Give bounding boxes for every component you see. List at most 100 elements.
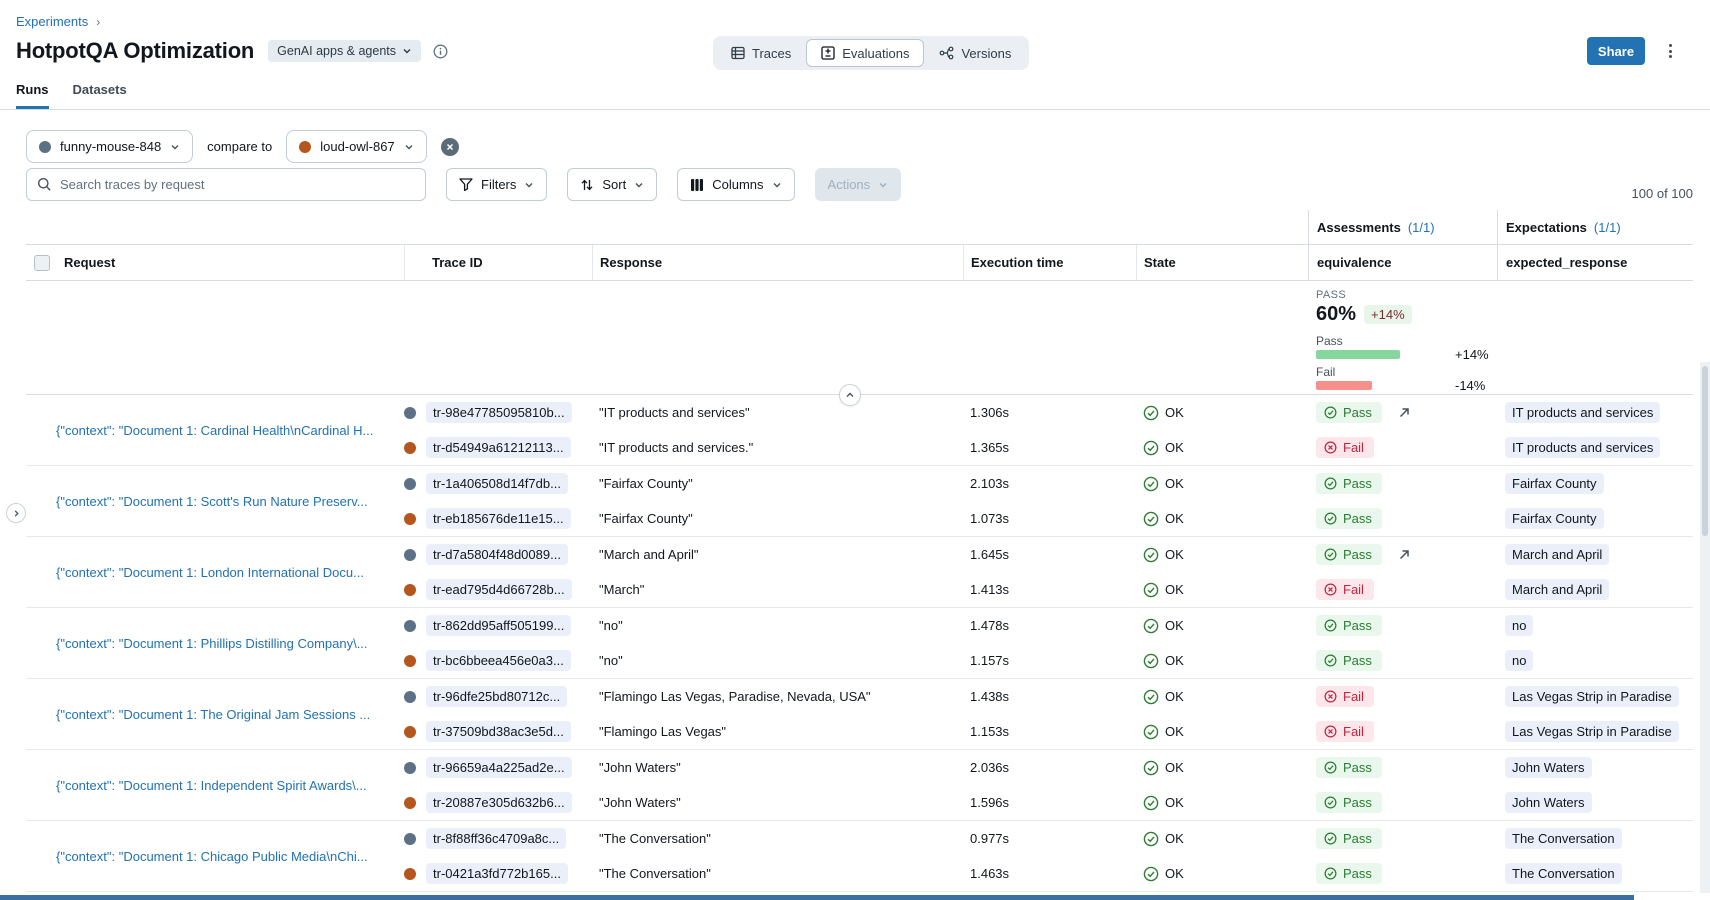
sort-button[interactable]: Sort (567, 168, 657, 201)
assessment-pass-badge[interactable]: Pass (1316, 473, 1382, 494)
assessment-summary-row: PASS 60% +14% Pass+14%Fail-14% (26, 281, 1693, 395)
response-value: "John Waters" (592, 785, 963, 820)
expected-response-value: IT products and services (1505, 437, 1660, 458)
trace-id-link[interactable]: tr-bc6bbeea456e0a3... (426, 650, 571, 671)
columns-button[interactable]: Columns (677, 168, 794, 201)
equivalence-column-header[interactable]: equivalence (1308, 245, 1497, 280)
response-column-header[interactable]: Response (592, 245, 963, 280)
assessment-pass-badge[interactable]: Pass (1316, 508, 1382, 529)
bar-label: Fail (1316, 365, 1497, 379)
execution-time-value: 1.463s (963, 856, 1136, 891)
trace-id-link[interactable]: tr-96659a4a225ad2e... (426, 757, 572, 778)
search-input[interactable] (60, 177, 415, 192)
execution-time-value: 2.036s (963, 750, 1136, 785)
trace-id-link[interactable]: tr-862dd95aff505199... (426, 615, 571, 636)
run-dot (404, 442, 416, 454)
assessment-fail-badge[interactable]: Fail (1316, 579, 1374, 600)
open-comparison-icon[interactable] (1398, 548, 1411, 561)
request-link[interactable]: {"context": "Document 1: Cardinal Health… (56, 423, 404, 438)
state-value: OK (1136, 395, 1308, 430)
assessment-pass-badge[interactable]: Pass (1316, 615, 1382, 636)
filters-button[interactable]: Filters (446, 168, 547, 201)
info-icon[interactable] (433, 44, 448, 59)
horizontal-scrollbar-thumb[interactable] (0, 895, 1634, 900)
run-dot (404, 478, 416, 490)
result-count: 100 of 100 (1632, 186, 1693, 201)
assessment-pass-badge[interactable]: Pass (1316, 828, 1382, 849)
clear-compare-icon[interactable] (441, 138, 459, 156)
tab-datasets[interactable]: Datasets (73, 82, 127, 109)
request-link[interactable]: {"context": "Document 1: Phillips Distil… (56, 636, 404, 651)
pass-check-icon (1324, 654, 1337, 667)
fail-bar (1316, 381, 1372, 390)
collapse-summary-icon[interactable] (839, 384, 861, 406)
run-a-select[interactable]: funny-mouse-848 (26, 130, 193, 163)
experiment-category-dropdown[interactable]: GenAI apps & agents (268, 40, 421, 62)
request-link[interactable]: {"context": "Document 1: Chicago Public … (56, 849, 404, 864)
run-b-select[interactable]: loud-owl-867 (286, 130, 426, 163)
chevron-down-icon (524, 180, 534, 190)
request-column-header[interactable]: Request (64, 255, 115, 270)
expected-response-column-header[interactable]: expected_response (1497, 245, 1693, 280)
assessment-fail-badge[interactable]: Fail (1316, 721, 1374, 742)
trace-id-link[interactable]: tr-1a406508d14f7db... (426, 473, 568, 494)
select-all-checkbox[interactable] (34, 255, 50, 271)
sidebar-expand-icon[interactable] (6, 503, 26, 523)
run-a-dot (39, 141, 51, 153)
run-dot (404, 691, 416, 703)
ok-check-icon (1143, 440, 1159, 456)
experiment-evaluations-page: Experiments › HotpotQA Optimization GenA… (0, 0, 1710, 900)
request-link[interactable]: {"context": "Document 1: The Original Ja… (56, 707, 404, 722)
trace-id-column-header[interactable]: Trace ID (404, 245, 592, 280)
trace-id-link[interactable]: tr-ead795d4d66728b... (426, 579, 572, 600)
view-evaluations-button[interactable]: Evaluations (806, 39, 924, 67)
response-value: "March" (592, 572, 963, 607)
trace-id-link[interactable]: tr-98e47785095810b... (426, 402, 572, 423)
assessment-pass-badge[interactable]: Pass (1316, 863, 1382, 884)
assessment-pass-badge[interactable]: Pass (1316, 650, 1382, 671)
view-versions-button[interactable]: Versions (924, 39, 1026, 67)
request-link[interactable]: {"context": "Document 1: Scott's Run Nat… (56, 494, 404, 509)
expected-response-value: Las Vegas Strip in Paradise (1505, 721, 1679, 742)
request-link[interactable]: {"context": "Document 1: Independent Spi… (56, 778, 404, 793)
request-link[interactable]: {"context": "Document 1: London Internat… (56, 565, 404, 580)
actions-button[interactable]: Actions (815, 168, 902, 201)
trace-id-link[interactable]: tr-96dfe25bd80712c... (426, 686, 567, 707)
breadcrumb-experiments-link[interactable]: Experiments (16, 14, 88, 29)
trace-id-link[interactable]: tr-eb185676de11e15... (426, 508, 571, 529)
response-value: "Flamingo Las Vegas" (592, 714, 963, 749)
trace-id-link[interactable]: tr-0421a3fd772b165... (426, 863, 568, 884)
response-value: "no" (592, 608, 963, 643)
ok-check-icon (1143, 547, 1159, 563)
state-column-header[interactable]: State (1136, 245, 1308, 280)
trace-id-link[interactable]: tr-20887e305d632b6... (426, 792, 572, 813)
pass-check-icon (1324, 832, 1337, 845)
state-value: OK (1136, 537, 1308, 572)
view-traces-label: Traces (752, 46, 791, 61)
chevron-down-icon (634, 180, 644, 190)
trace-id-link[interactable]: tr-d54949a61212113... (426, 437, 571, 458)
trace-id-link[interactable]: tr-8f88ff36c4709a8c... (426, 828, 566, 849)
view-traces-button[interactable]: Traces (716, 39, 806, 67)
trace-id-link[interactable]: tr-d7a5804f48d0089... (426, 544, 568, 565)
table-body: {"context": "Document 1: Cardinal Health… (26, 395, 1693, 892)
execution-time-column-header[interactable]: Execution time (963, 245, 1136, 280)
view-versions-label: Versions (961, 46, 1011, 61)
run-dot (404, 726, 416, 738)
vertical-scrollbar-thumb[interactable] (1702, 366, 1708, 536)
assessment-pass-badge[interactable]: Pass (1316, 402, 1382, 423)
state-value: OK (1136, 785, 1308, 820)
tab-runs[interactable]: Runs (16, 82, 49, 109)
overflow-menu-icon[interactable] (1658, 39, 1682, 63)
assessment-fail-badge[interactable]: Fail (1316, 686, 1374, 707)
share-button[interactable]: Share (1587, 37, 1645, 65)
vertical-scrollbar[interactable] (1700, 362, 1710, 893)
assessment-fail-badge[interactable]: Fail (1316, 437, 1374, 458)
assessment-pass-badge[interactable]: Pass (1316, 757, 1382, 778)
ok-check-icon (1143, 724, 1159, 740)
open-comparison-icon[interactable] (1398, 406, 1411, 419)
trace-id-link[interactable]: tr-37509bd38ac3e5d... (426, 721, 571, 742)
assessment-pass-badge[interactable]: Pass (1316, 544, 1382, 565)
response-value: "The Conversation" (592, 856, 963, 891)
assessment-pass-badge[interactable]: Pass (1316, 792, 1382, 813)
